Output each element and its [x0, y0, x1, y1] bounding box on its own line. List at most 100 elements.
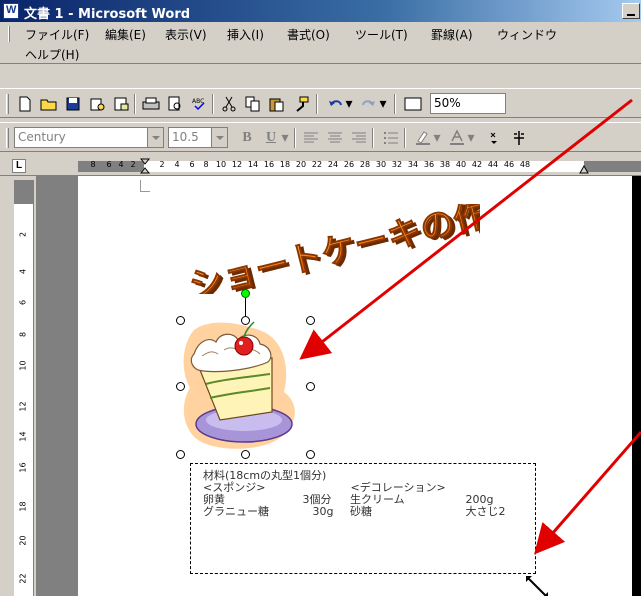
underline-dropdown-icon[interactable]: ▾ — [280, 128, 290, 148]
resize-handle-sw[interactable] — [176, 450, 185, 459]
right-indent-marker[interactable] — [579, 165, 589, 175]
menu-insert[interactable]: 挿入(I) — [224, 24, 267, 45]
highlight-icon[interactable] — [412, 128, 434, 148]
horizontal-ruler[interactable]: L 8 6 4 2 2 4 6 8 10 12 14 16 18 20 22 2… — [0, 156, 641, 176]
highlight-dropdown-icon[interactable]: ▾ — [432, 128, 442, 148]
font-size-select[interactable]: 10.5 — [168, 127, 228, 148]
align-center-icon[interactable] — [324, 128, 346, 148]
toolbar-grip[interactable] — [6, 128, 9, 148]
menu-help[interactable]: ヘルプ(H) — [22, 44, 82, 65]
ruler-mark: 14 — [247, 160, 259, 169]
font-color-dropdown-icon[interactable]: ▾ — [466, 128, 476, 148]
bold-button[interactable]: B — [236, 128, 258, 148]
cake-clipart[interactable] — [176, 289, 315, 464]
toolbar-separator — [316, 94, 318, 114]
paste-icon[interactable] — [266, 94, 288, 114]
resize-handle-nw[interactable] — [176, 316, 185, 325]
undo-icon[interactable] — [324, 94, 346, 114]
save-icon[interactable] — [62, 94, 84, 114]
zoom-select[interactable]: 50% — [430, 93, 506, 114]
font-size-value: 10.5 — [172, 130, 199, 144]
new-icon[interactable] — [14, 94, 36, 114]
email-icon[interactable] — [110, 94, 132, 114]
table-icon[interactable] — [402, 94, 424, 114]
ruler-mark: 2 — [159, 160, 165, 169]
format-painter-icon[interactable] — [290, 94, 312, 114]
menu-tools[interactable]: ツール(T) — [352, 24, 411, 45]
ruler-margin-right — [584, 161, 641, 172]
align-right-icon[interactable] — [348, 128, 370, 148]
vruler-mark: 14 — [18, 431, 28, 442]
ruler-mark: 8 — [203, 160, 209, 169]
vruler-mark: 12 — [18, 401, 28, 412]
resize-handle-s[interactable] — [241, 450, 250, 459]
vertical-ruler[interactable]: 2 4 6 8 10 12 14 16 18 20 22 — [14, 180, 34, 596]
menu-window[interactable]: ウィンドウ — [494, 24, 641, 45]
standard-toolbar: ABC ▾ ▾ 50% — [0, 88, 641, 118]
open-icon[interactable] — [38, 94, 60, 114]
print-preview-icon[interactable] — [164, 94, 186, 114]
resize-handle-ne[interactable] — [306, 316, 315, 325]
ingredients-textbox[interactable]: 材料(18cmの丸型1個分) <スポンジ> <デコレーション> 卵黄 3個分 生… — [190, 463, 536, 574]
ruler-mark: 8 — [90, 160, 96, 169]
toolbar-separator — [212, 94, 214, 114]
vruler-mark: 22 — [18, 573, 28, 584]
resize-handle-w[interactable] — [176, 382, 185, 391]
spelling-icon[interactable]: ABC — [188, 94, 210, 114]
menu-file[interactable]: ファイル(F) — [22, 24, 92, 45]
ruler-mark: 22 — [311, 160, 323, 169]
ingredient-name: 砂糖 — [350, 505, 372, 518]
menubar-grip[interactable] — [8, 26, 10, 42]
copy-icon[interactable] — [242, 94, 264, 114]
ruler-mark: 26 — [343, 160, 355, 169]
ruler-mark: 16 — [263, 160, 275, 169]
redo-icon[interactable] — [358, 94, 380, 114]
menu-format[interactable]: 書式(O) — [284, 24, 333, 45]
ruler-mark: 30 — [375, 160, 387, 169]
left-strip — [0, 176, 14, 596]
minimize-button[interactable] — [622, 3, 640, 19]
font-color-icon[interactable] — [446, 128, 468, 148]
tab-selector[interactable]: L — [12, 159, 26, 173]
ruler-mark: 44 — [487, 160, 499, 169]
vruler-mark: 8 — [18, 331, 28, 338]
word-app-icon[interactable] — [3, 3, 19, 19]
ruler-mark: 2 — [130, 160, 136, 169]
vruler-mark: 4 — [18, 268, 28, 275]
chevron-down-icon[interactable] — [147, 128, 163, 147]
wordart-title[interactable]: ショートケーキの作り方 ショートケーキの作り方 — [180, 204, 480, 294]
resize-handle-e[interactable] — [306, 382, 315, 391]
ruler-mark: 48 — [519, 160, 531, 169]
vruler-mark: 20 — [18, 535, 28, 546]
underline-button[interactable]: U — [260, 128, 282, 148]
rotation-handle[interactable] — [241, 289, 250, 298]
menu-bar: ファイル(F) 編集(E) 表示(V) 挿入(I) 書式(O) ツール(T) 罫… — [0, 22, 641, 64]
align-left-icon[interactable] — [300, 128, 322, 148]
menu-table[interactable]: 罫線(A) — [428, 24, 476, 45]
font-name-select[interactable]: Century — [14, 127, 164, 148]
ruler-mark: 42 — [471, 160, 483, 169]
ruler-mark: 24 — [327, 160, 339, 169]
toolbar-options-icon[interactable] — [484, 128, 506, 148]
bullets-icon[interactable] — [380, 128, 402, 148]
undo-dropdown-icon[interactable]: ▾ — [344, 94, 354, 114]
resize-handle-se[interactable] — [306, 450, 315, 459]
vruler-mark: 10 — [18, 360, 28, 371]
toolbar-grip[interactable] — [6, 94, 9, 114]
vruler-mark: 2 — [18, 231, 28, 238]
permission-icon[interactable] — [86, 94, 108, 114]
ruler-mark: 12 — [231, 160, 243, 169]
formatting-toolbar: Century 10.5 B U ▾ ▾ ▾ — [0, 122, 641, 152]
menu-view[interactable]: 表示(V) — [162, 24, 210, 45]
cut-icon[interactable] — [218, 94, 240, 114]
title-bar: 文書 1 - Microsoft Word — [0, 0, 641, 22]
vruler-mark: 16 — [18, 462, 28, 473]
redo-dropdown-icon[interactable]: ▾ — [378, 94, 388, 114]
chevron-down-icon[interactable] — [211, 128, 227, 147]
indent-marker[interactable] — [140, 158, 150, 176]
pin-icon[interactable] — [508, 128, 530, 148]
menu-edit[interactable]: 編集(E) — [102, 24, 149, 45]
print-icon[interactable] — [140, 94, 162, 114]
resize-handle-n[interactable] — [241, 316, 250, 325]
ingredient-qty: 大さじ2 — [465, 505, 506, 518]
